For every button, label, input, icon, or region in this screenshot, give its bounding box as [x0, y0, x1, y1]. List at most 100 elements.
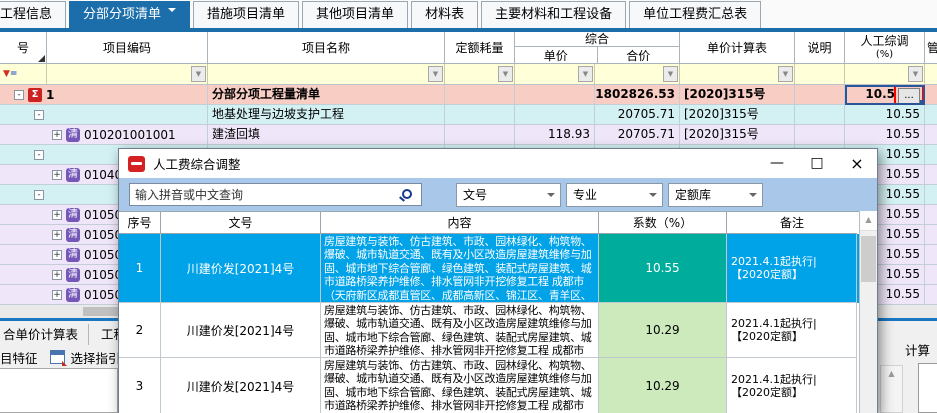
header-unit-price[interactable]: 单价 — [515, 47, 598, 64]
tab-unit-cost-summary[interactable]: 单位工程费汇总表 — [629, 1, 761, 28]
labor-adjust-cell[interactable]: 10.5 ... — [845, 85, 925, 105]
quota-library-dropdown[interactable]: 定额库 — [668, 183, 763, 207]
doc-number-dropdown[interactable]: 文号 — [456, 183, 561, 207]
dlg-header-doc[interactable]: 文号 — [161, 212, 321, 234]
filter-dropdown-icon[interactable]: ▼ — [191, 66, 206, 82]
filter-dropdown-icon[interactable]: ▼ — [578, 66, 593, 82]
expand-icon[interactable]: + — [52, 290, 62, 300]
table-row[interactable]: + 清 010201001001 建渣回填 118.93 20705.71 [2… — [0, 125, 937, 145]
tab-other-list[interactable]: 其他项目清单 — [302, 1, 408, 28]
tab-measure-list[interactable]: 措施项目清单 — [193, 1, 299, 28]
adjust-ellipsis-button[interactable]: ... — [898, 88, 920, 104]
expand-icon[interactable]: + — [52, 270, 62, 280]
labor-adjust-cell[interactable]: 10.55 — [845, 105, 925, 125]
filter-seq[interactable]: ▼= — [0, 64, 47, 85]
dialog-scrollbar[interactable]: ▲ — [859, 211, 877, 413]
specialty-dropdown[interactable]: 专业 — [566, 183, 663, 207]
chevron-down-icon — [649, 193, 657, 201]
collapse-icon[interactable]: - — [34, 190, 44, 200]
table-row[interactable]: - 地基处理与边坡支护工程 20705.71 [2020]315号 10.55 — [0, 105, 937, 125]
header-note[interactable]: 说明 — [795, 32, 845, 64]
close-button[interactable]: × — [837, 149, 877, 178]
dlg-header-content[interactable]: 内容 — [321, 212, 599, 234]
expand-icon[interactable]: + — [52, 170, 62, 180]
scroll-up-icon[interactable]: ▲ — [888, 369, 894, 378]
expand-icon[interactable]: + — [52, 250, 62, 260]
collapse-icon[interactable]: - — [34, 110, 44, 120]
tab-material-table[interactable]: 材料表 — [411, 1, 478, 28]
row-total: 20705.71 — [595, 125, 680, 145]
filter-dropdown-icon[interactable]: ▼ — [778, 66, 793, 82]
header-seq[interactable]: 号 — [0, 32, 47, 64]
search-input[interactable] — [130, 188, 402, 202]
dialog-table-row[interactable]: 1 川建价发[2021]4号 房屋建筑与装饰、仿古建筑、市政、园林绿化、构筑物、… — [119, 234, 877, 303]
table-row[interactable]: - Σ 1 分部分项工程量清单 1802826.53 [2020]315号 10… — [0, 85, 937, 105]
filter-unit-price[interactable]: ▼ — [515, 64, 595, 85]
chevron-down-icon — [547, 193, 555, 201]
feature-edit-area[interactable] — [0, 368, 118, 413]
filter-calc-table[interactable]: ▼ — [680, 64, 795, 85]
row-calc: [2020]315号 — [680, 125, 795, 145]
filter-dropdown-icon[interactable]: ▼ — [498, 66, 513, 82]
dlg-row-seq: 3 — [119, 358, 161, 413]
dlg-header-note[interactable]: 备注 — [727, 212, 857, 234]
filter-mgmt[interactable] — [925, 64, 937, 85]
dialog-table-row[interactable]: 2 川建价发[2021]4号 房屋建筑与装饰、仿古建筑、市政、园林绿化、构筑物、… — [119, 303, 877, 358]
tab-fbfx-list[interactable]: 分部分项清单 — [69, 1, 190, 28]
scrollbar-thumb[interactable] — [861, 236, 876, 282]
tab-composite-price-calc[interactable]: 合单价计算表 — [0, 324, 89, 345]
header-mgmt[interactable]: 管 — [925, 32, 937, 64]
header-name[interactable]: 项目名称 — [208, 32, 445, 64]
row-seq: 1 — [46, 86, 54, 104]
scroll-up-icon[interactable]: ▲ — [860, 211, 877, 231]
header-total-price[interactable]: 合价 — [598, 47, 680, 64]
expand-icon[interactable]: + — [52, 210, 62, 220]
filter-dropdown-icon[interactable]: ▼ — [663, 66, 678, 82]
header-code[interactable]: 项目编码 — [47, 32, 208, 64]
collapse-icon[interactable]: - — [34, 150, 44, 160]
calc-label: 计算 — [905, 340, 930, 359]
dlg-header-seq[interactable]: 序号 — [119, 212, 161, 234]
dialog-table-header: 序号 文号 内容 系数（%） 备注 — [119, 211, 877, 234]
search-box[interactable] — [129, 183, 422, 206]
expand-icon[interactable]: + — [52, 230, 62, 240]
search-icon[interactable] — [402, 189, 412, 199]
chevron-down-icon — [749, 193, 757, 201]
panel-scrollbar[interactable]: ▲ — [880, 365, 903, 413]
labor-adjust-cell[interactable]: 10.55 — [845, 125, 925, 145]
minimize-button[interactable]: — — [757, 149, 797, 178]
expand-icon[interactable]: + — [52, 130, 62, 140]
filter-dropdown-icon[interactable]: ▼ — [908, 66, 923, 82]
header-composite[interactable]: 综合 单价 合价 — [515, 32, 680, 64]
app-logo-icon — [128, 156, 145, 172]
header-quota[interactable]: 定额耗量 — [445, 32, 515, 64]
row-code: 01050 — [84, 226, 122, 244]
tab-project-info[interactable]: 工程信息 — [0, 1, 66, 28]
filter-total-price[interactable]: ▼ — [595, 64, 680, 85]
filter-quota[interactable]: ▼ — [445, 64, 515, 85]
fill-handle[interactable] — [920, 100, 925, 105]
dialog-table-row[interactable]: 3 川建价发[2021]4号 房屋建筑与装饰、仿古建筑、市政、园林绿化、构筑物、… — [119, 358, 877, 413]
row-code: 01050 — [84, 246, 122, 264]
header-calc-table[interactable]: 单价计算表 — [680, 32, 795, 64]
row-code: 01050 — [84, 206, 122, 224]
calc-edit-area[interactable] — [918, 363, 937, 413]
filter-labor-adjust[interactable]: ▼ — [845, 64, 925, 85]
dialog-titlebar[interactable]: 人工费综合调整 — □ × — [119, 149, 877, 178]
dlg-header-coef[interactable]: 系数（%） — [599, 212, 727, 234]
list-item-badge-icon: 清 — [66, 208, 80, 222]
collapse-icon[interactable]: - — [14, 90, 24, 100]
tab-main-materials[interactable]: 主要材料和工程设备 — [481, 1, 626, 28]
row-name: 地基处理与边坡支护工程 — [208, 105, 445, 125]
filter-code[interactable]: ▼ — [47, 64, 208, 85]
filter-note[interactable] — [795, 64, 845, 85]
maximize-button[interactable]: □ — [797, 149, 837, 178]
select-guide-button[interactable]: 选择指引 — [71, 348, 121, 367]
dlg-row-doc: 川建价发[2021]4号 — [161, 234, 321, 303]
list-item-badge-icon: 清 — [66, 288, 80, 302]
filter-dropdown-icon[interactable]: ▼ — [428, 66, 443, 82]
filter-name[interactable]: ▼ — [208, 64, 445, 85]
chevron-down-icon — [168, 8, 176, 16]
dlg-row-seq: 2 — [119, 303, 161, 358]
header-labor-adjust[interactable]: 人工综调 (%) — [845, 32, 925, 64]
